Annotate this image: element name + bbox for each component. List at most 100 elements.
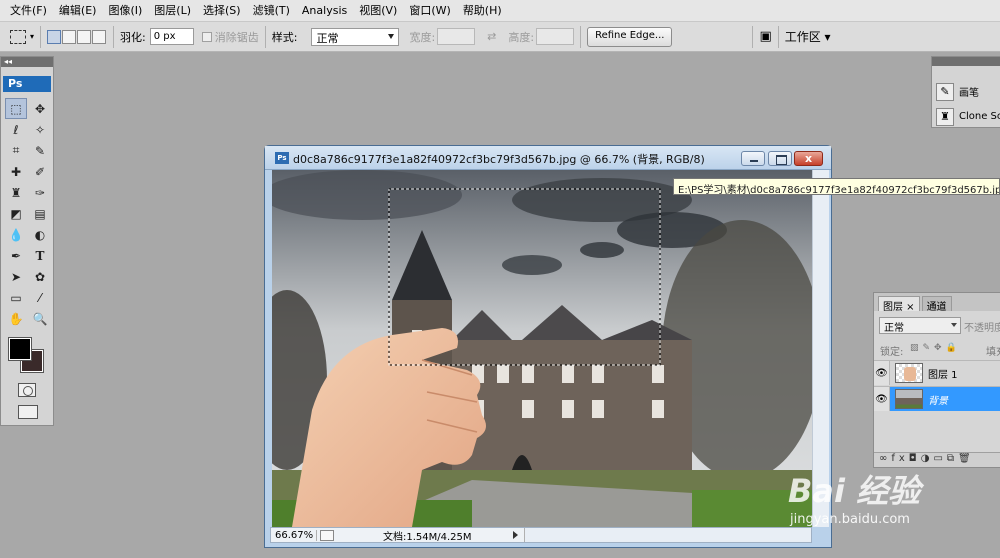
clone-stamp-tool-icon[interactable]: ♜ — [5, 182, 27, 203]
separator — [113, 25, 115, 48]
palette-well-icon[interactable]: ▣ — [759, 29, 771, 44]
watermark-url: jingyan.baidu.com — [790, 512, 910, 527]
close-button[interactable]: x — [794, 151, 823, 166]
menu-edit[interactable]: 编辑(E) — [53, 0, 103, 22]
tab-channels[interactable]: 通道 — [921, 296, 952, 313]
path-selection-tool-icon[interactable]: ➤ — [5, 266, 27, 287]
add-selection-button[interactable] — [62, 29, 77, 44]
layers-panel-tabs: 图层 × 通道 — [874, 293, 1000, 313]
chevron-down-icon — [951, 323, 957, 327]
antialias-checkbox[interactable] — [201, 31, 212, 42]
minimize-button[interactable] — [741, 151, 765, 166]
eye-icon[interactable]: 👁 — [874, 361, 890, 385]
chevron-down-icon — [388, 33, 395, 39]
dodge-tool-icon[interactable]: ◐ — [29, 224, 51, 245]
zoom-level[interactable]: 66.67% — [271, 529, 317, 541]
zoom-tool-icon[interactable]: 🔍 — [29, 308, 51, 329]
brush-clone-panel: ✎ 画笔 ♜ Clone Sc — [931, 56, 1000, 128]
magic-wand-tool-icon[interactable]: ✧ — [29, 119, 51, 140]
menu-filter[interactable]: 滤镜(T) — [247, 0, 296, 22]
height-input[interactable] — [536, 28, 575, 45]
gradient-tool-icon[interactable]: ▤ — [29, 203, 51, 224]
clone-source-label: Clone Sc — [959, 111, 1000, 122]
layer-row[interactable]: 👁 背景 — [874, 386, 1000, 411]
chevron-down-icon[interactable]: ▾ — [30, 32, 34, 41]
ps-doc-icon: Ps — [275, 152, 289, 164]
layers-panel: 图层 × 通道 正常 不透明度 锁定: ▨✎✥🔒 填充 👁 图层 1 👁 背景 … — [873, 292, 1000, 468]
refine-edge-button[interactable]: Refine Edge... — [587, 26, 673, 47]
style-select[interactable]: 正常 — [311, 27, 400, 46]
notes-tool-icon[interactable]: ▭ — [5, 287, 27, 308]
type-tool-icon[interactable]: T — [29, 245, 51, 266]
quick-mask-icon[interactable] — [18, 383, 36, 397]
maximize-button[interactable] — [768, 151, 792, 166]
menu-bar: 文件(F) 编辑(E) 图像(I) 图层(L) 选择(S) 滤镜(T) Anal… — [0, 0, 1000, 22]
subtract-selection-button[interactable] — [77, 29, 92, 44]
document-statusbar: 66.67% 文档:1.54M/4.25M — [270, 527, 812, 543]
status-menu-arrow-icon[interactable] — [513, 531, 518, 539]
blend-mode-select[interactable]: 正常 — [879, 317, 961, 334]
lock-options-icon[interactable]: ▨✎✥🔒 — [910, 343, 961, 353]
menu-analysis[interactable]: Analysis — [296, 0, 353, 22]
menu-view[interactable]: 视图(V) — [353, 0, 403, 22]
separator — [264, 25, 266, 48]
layer-name: 图层 1 — [928, 369, 958, 381]
pen-tool-icon[interactable]: ✒ — [5, 245, 27, 266]
watermark-brand: Bai 经验 — [788, 472, 921, 510]
marquee-preset-icon[interactable] — [10, 29, 26, 44]
intersect-selection-button[interactable] — [92, 29, 107, 44]
layer-row[interactable]: 👁 图层 1 — [874, 360, 1000, 385]
options-bar: ▾ 羽化: 消除锯齿 样式: 正常 宽度: ⇄ 高度: Refine Edge.… — [0, 22, 1000, 52]
history-brush-tool-icon[interactable]: ✑ — [29, 182, 51, 203]
healing-brush-tool-icon[interactable]: ✚ — [5, 161, 27, 182]
horizontal-scrollbar[interactable] — [524, 528, 811, 542]
lasso-tool-icon[interactable]: ℓ — [5, 119, 27, 140]
feather-input[interactable] — [149, 28, 194, 45]
antialias-label: 消除锯齿 — [214, 30, 259, 44]
blur-tool-icon[interactable]: 💧 — [5, 224, 27, 245]
ps-logo[interactable]: Ps — [3, 76, 51, 92]
brush-label: 画笔 — [959, 88, 979, 99]
foreground-color-swatch[interactable] — [8, 337, 32, 361]
rect-marquee-tool-icon[interactable]: ⬚ — [5, 98, 27, 119]
tab-layers[interactable]: 图层 × — [878, 296, 920, 313]
crop-tool-icon[interactable]: ⌗ — [5, 140, 27, 161]
doc-size: 文档:1.54M/4.25M — [383, 531, 472, 543]
separator — [752, 25, 754, 48]
clone-source-panel-button[interactable]: ♜ Clone Sc — [936, 106, 1000, 127]
eye-icon[interactable]: 👁 — [874, 387, 890, 411]
status-info-icon[interactable] — [320, 529, 334, 541]
menu-window[interactable]: 窗口(W) — [403, 0, 456, 22]
height-label: 高度: — [508, 30, 535, 44]
canvas-image — [272, 170, 812, 527]
panel-header[interactable] — [932, 57, 1000, 66]
swap-icon[interactable]: ⇄ — [487, 30, 496, 43]
tools-panel: ◂◂ Ps ⬚ ✥ ℓ ✧ ⌗ ✎ ✚ ✐ ♜ ✑ ◩ ▤ 💧 ◐ ✒ T ➤ … — [0, 56, 54, 426]
baidu-watermark: Bai 经验 jingyan.baidu.com — [776, 456, 966, 538]
brush-panel-button[interactable]: ✎ 画笔 — [936, 81, 979, 102]
screen-mode-icon[interactable] — [18, 405, 38, 419]
image-canvas[interactable] — [272, 170, 812, 527]
shape-tool-icon[interactable]: ✿ — [29, 266, 51, 287]
document-window: Ps d0c8a786c9177f3e1a82f40972cf3bc79f3d5… — [264, 145, 832, 548]
workspace-menu[interactable]: 工作区 ▾ — [785, 28, 831, 45]
menu-file[interactable]: 文件(F) — [4, 0, 53, 22]
layer-name: 背景 — [928, 395, 948, 407]
eraser-tool-icon[interactable]: ◩ — [5, 203, 27, 224]
slice-tool-icon[interactable]: ✎ — [29, 140, 51, 161]
menu-layer[interactable]: 图层(L) — [148, 0, 197, 22]
menu-image[interactable]: 图像(I) — [102, 0, 148, 22]
move-tool-icon[interactable]: ✥ — [29, 98, 51, 119]
eyedropper-tool-icon[interactable]: ⁄ — [29, 287, 51, 308]
document-titlebar[interactable]: Ps d0c8a786c9177f3e1a82f40972cf3bc79f3d5… — [265, 146, 831, 170]
brush-tool-icon[interactable]: ✐ — [29, 161, 51, 182]
collapse-icon[interactable]: ◂◂ — [1, 57, 53, 67]
style-select-value: 正常 — [316, 31, 339, 45]
separator — [40, 25, 42, 48]
new-selection-button[interactable] — [47, 29, 62, 44]
menu-help[interactable]: 帮助(H) — [457, 0, 508, 22]
menu-select[interactable]: 选择(S) — [197, 0, 247, 22]
hand-tool-icon[interactable]: ✋ — [5, 308, 27, 329]
layer-thumbnail — [895, 389, 923, 409]
width-input[interactable] — [437, 28, 476, 45]
